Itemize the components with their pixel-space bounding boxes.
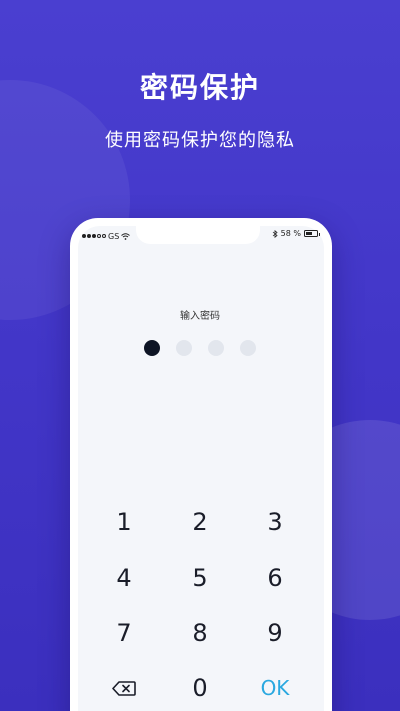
key-6[interactable]: 6 <box>245 558 305 598</box>
passcode-prompt: 输入密码 <box>180 311 220 322</box>
key-9[interactable]: 9 <box>245 613 305 653</box>
carrier-name: GS <box>108 231 120 241</box>
status-bar: GS 58 % <box>82 229 328 243</box>
hero-subtitle: 使用密码保护您的隐私 <box>105 130 295 151</box>
promo-screen: 密码保护 使用密码保护您的隐私 GS 58 % 输入密码 1 2 3 4 5 6… <box>0 0 400 711</box>
wifi-icon <box>121 232 131 240</box>
backspace-button[interactable] <box>94 668 154 708</box>
signal-strength-icon <box>82 234 106 238</box>
key-4[interactable]: 4 <box>94 558 154 598</box>
key-5[interactable]: 5 <box>170 558 230 598</box>
bluetooth-icon <box>272 229 278 238</box>
key-3[interactable]: 3 <box>245 502 305 542</box>
battery-percent: 58 % <box>280 229 301 238</box>
hero-title: 密码保护 <box>139 71 260 104</box>
battery-icon <box>304 230 320 237</box>
key-0[interactable]: 0 <box>170 668 230 708</box>
backspace-icon <box>112 680 136 696</box>
pin-indicator <box>144 340 264 356</box>
key-8[interactable]: 8 <box>170 613 230 653</box>
key-7[interactable]: 7 <box>94 613 154 653</box>
key-1[interactable]: 1 <box>94 502 154 542</box>
pin-dot <box>208 340 224 356</box>
pin-dot <box>240 340 256 356</box>
ok-button[interactable]: OK <box>245 668 305 708</box>
pin-dot <box>176 340 192 356</box>
key-2[interactable]: 2 <box>170 502 230 542</box>
pin-dot <box>144 340 160 356</box>
